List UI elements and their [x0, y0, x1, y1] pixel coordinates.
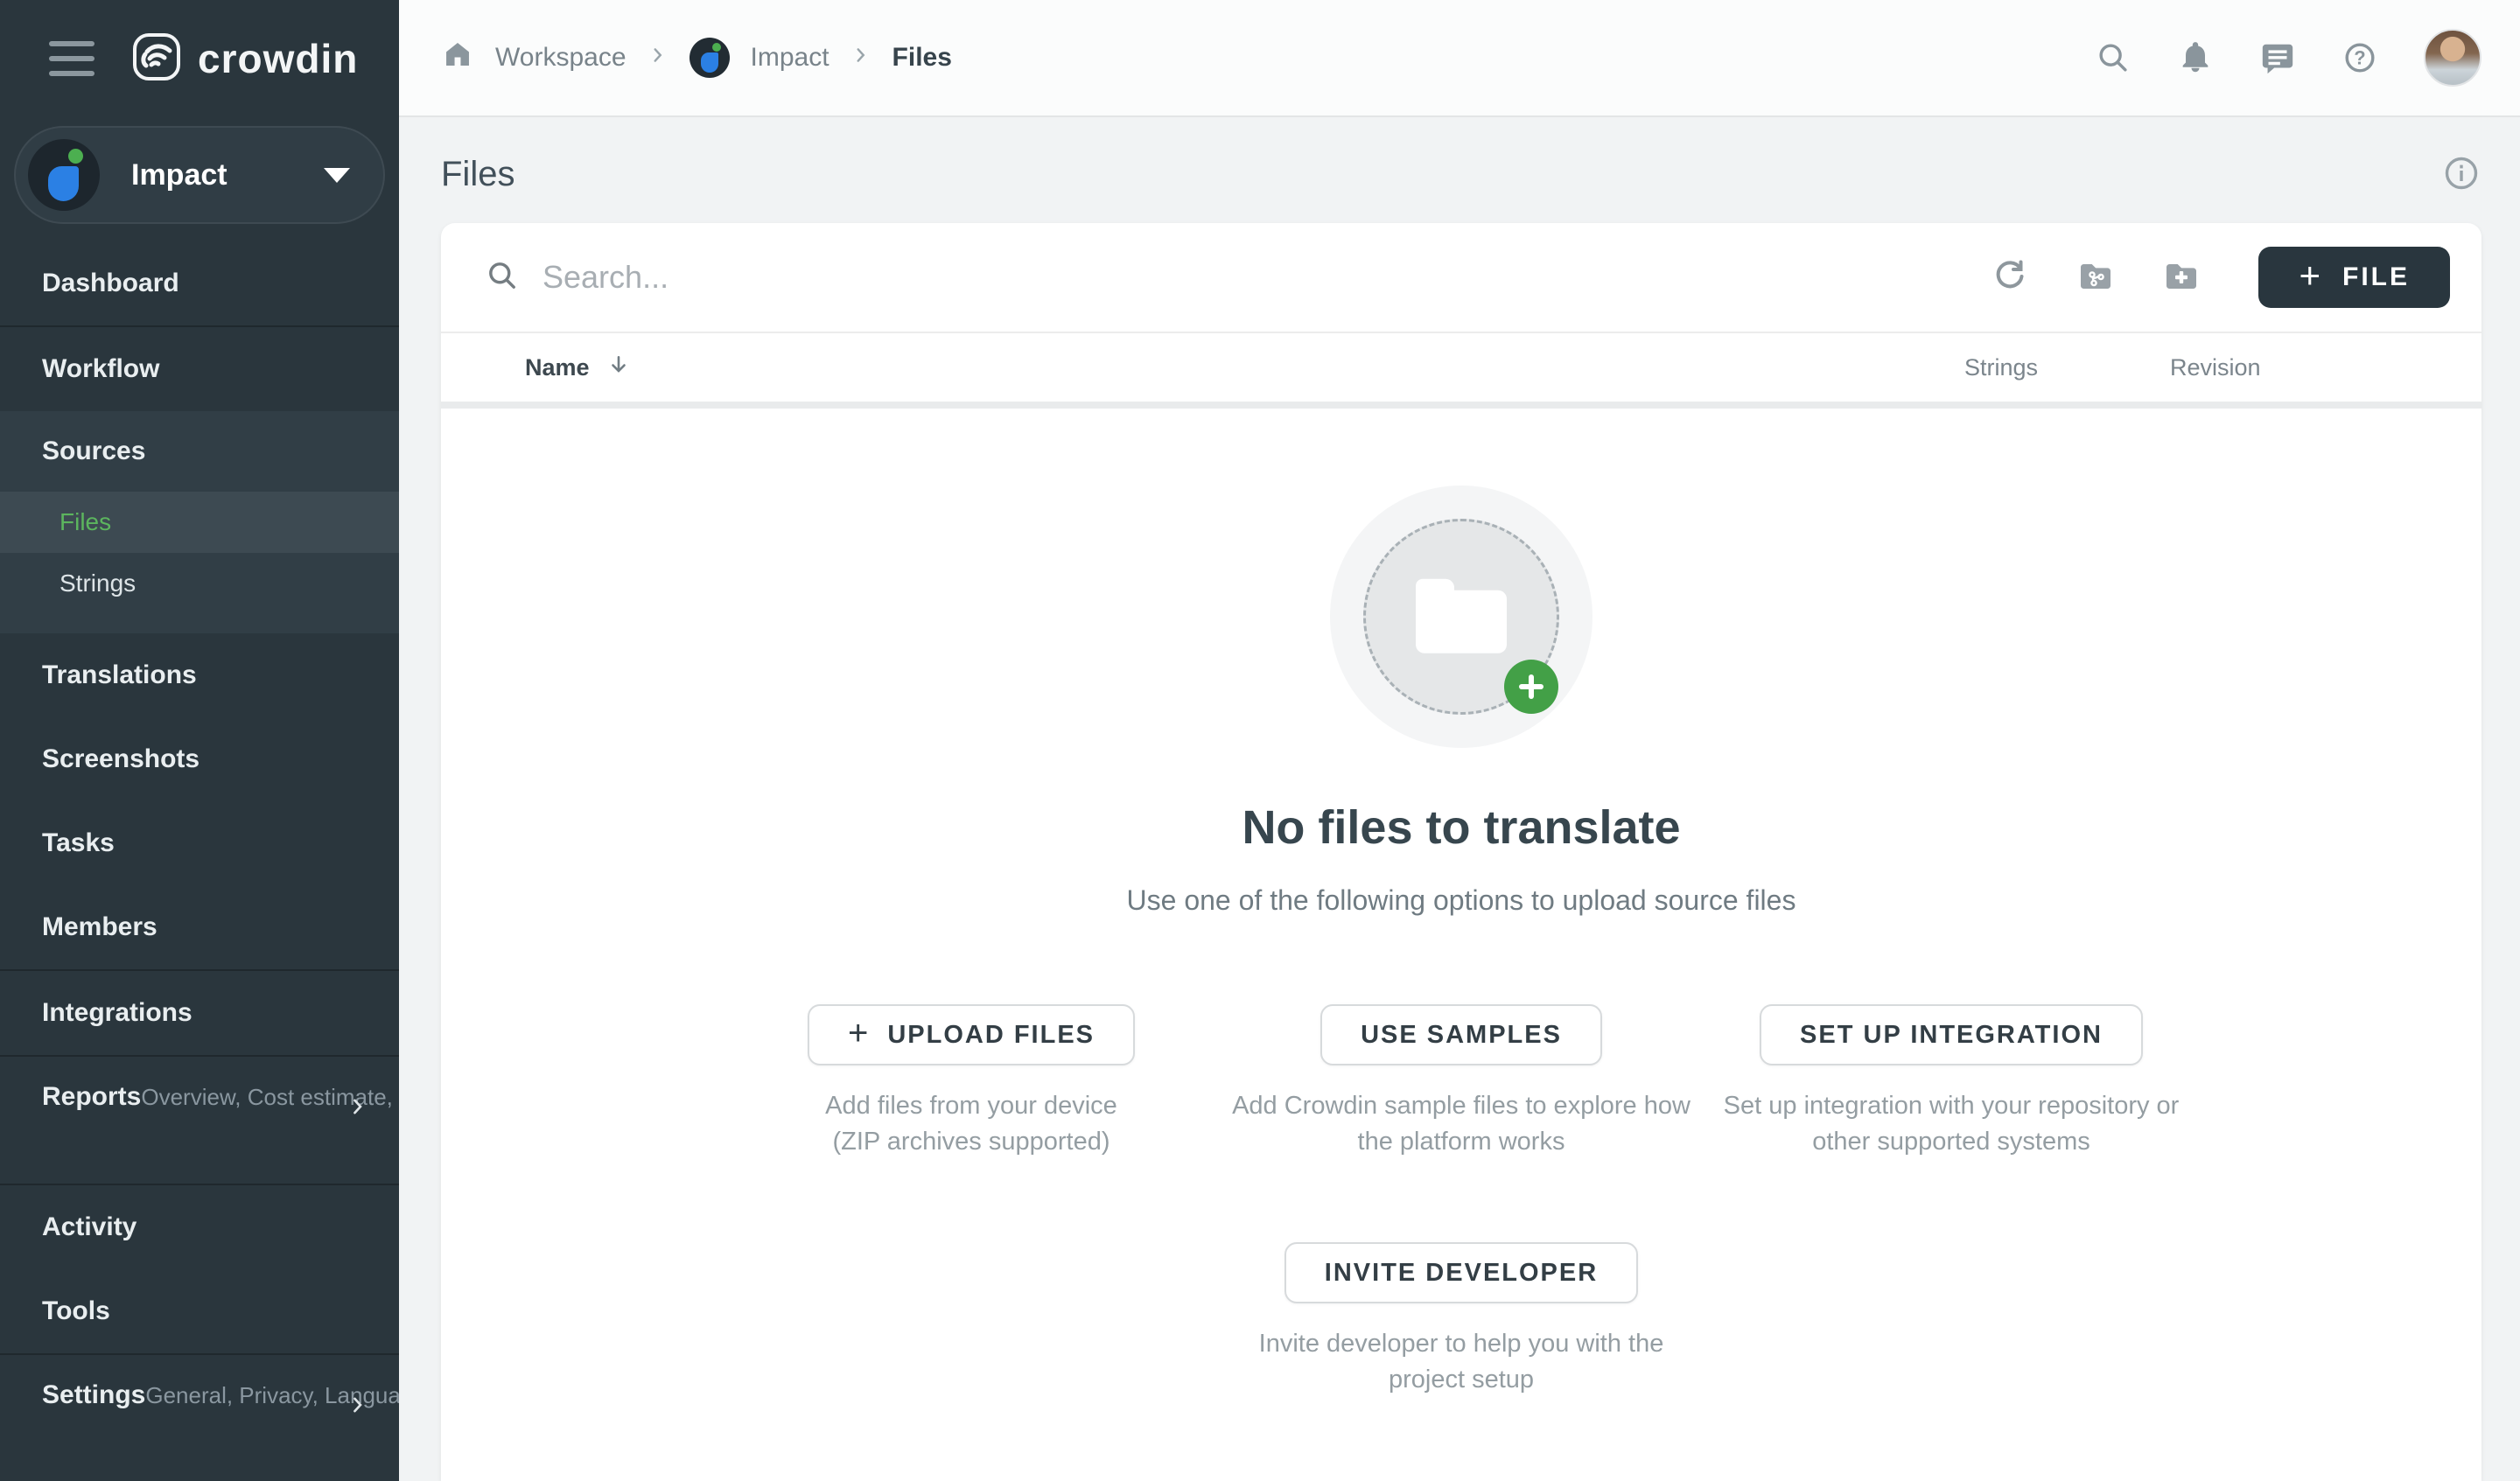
files-toolbar: + FILE: [441, 223, 2482, 333]
upload-option-use-samples: USE SAMPLES Add Crowdin sample files to e…: [1216, 1004, 1706, 1160]
upload-option-set-up-integration: SET UP INTEGRATION Set up integration wit…: [1706, 1004, 2196, 1160]
breadcrumb-item-workspace[interactable]: Workspace: [495, 43, 626, 73]
folder-icon: [1416, 590, 1507, 653]
invite-section: INVITE DEVELOPER Invite developer to hel…: [1259, 1242, 1664, 1398]
sidebar-item-integrations[interactable]: Integrations: [0, 971, 399, 1055]
column-header-name[interactable]: Name: [525, 353, 630, 382]
hamburger-menu-icon[interactable]: [49, 41, 94, 76]
sidebar-item-reports[interactable]: ReportsOverview, Cost estimate, Transl..…: [0, 1057, 399, 1184]
table-header: Name Strings Revision: [441, 333, 2482, 402]
sidebar: crowdin Impact DashboardWorkflowSourcesF…: [0, 0, 399, 1481]
empty-state-title: No files to translate: [1242, 800, 1680, 855]
sidebar-nav: DashboardWorkflowSourcesFilesStringsTran…: [0, 241, 399, 1481]
sidebar-item-tasks[interactable]: Tasks: [0, 801, 399, 885]
help-icon[interactable]: ?: [2342, 39, 2378, 76]
toolbar-actions: + FILE: [1991, 247, 2450, 308]
topbar-icons: ?: [2095, 29, 2482, 87]
sidebar-item-translations[interactable]: Translations: [0, 633, 399, 717]
messages-icon[interactable]: [2259, 39, 2296, 76]
sidebar-item-screenshots[interactable]: Screenshots: [0, 717, 399, 801]
option-description: Set up integration with your repository …: [1724, 1088, 2180, 1160]
project-avatar: [28, 139, 100, 211]
sidebar-section-sources: SourcesFilesStrings: [0, 411, 399, 633]
sidebar-item-dashboard[interactable]: Dashboard: [0, 241, 399, 325]
notifications-bell-icon[interactable]: [2177, 39, 2214, 76]
folder-add-icon[interactable]: [2162, 257, 2201, 298]
empty-state-subtitle: Use one of the following options to uplo…: [1127, 884, 1796, 917]
home-icon[interactable]: [441, 38, 474, 78]
info-icon[interactable]: [2441, 153, 2482, 196]
option-description: Add files from your device (ZIP archives…: [825, 1088, 1117, 1160]
project-selector[interactable]: Impact: [14, 126, 385, 224]
option-description: Add Crowdin sample files to explore how …: [1232, 1088, 1690, 1160]
crowdin-app: crowdin Impact DashboardWorkflowSourcesF…: [0, 0, 2520, 1481]
add-file-button[interactable]: + FILE: [2258, 247, 2450, 308]
add-badge-icon: [1504, 660, 1558, 714]
chevron-right-icon: [648, 43, 668, 73]
sidebar-item-activity[interactable]: Activity: [0, 1185, 399, 1269]
chevron-right-icon: [850, 43, 872, 73]
folder-branch-icon[interactable]: [2076, 257, 2115, 298]
project-avatar: [690, 38, 730, 78]
crowdin-logo-icon: [131, 31, 182, 87]
sidebar-item-settings[interactable]: SettingsGeneral, Privacy, Languages, Q..…: [0, 1355, 399, 1481]
sidebar-item-workflow[interactable]: Workflow: [0, 327, 399, 411]
column-header-strings: Strings: [1964, 354, 2038, 381]
column-header-revision: Revision: [2170, 354, 2261, 381]
crowdin-logo[interactable]: crowdin: [131, 31, 358, 87]
project-name: Impact: [131, 158, 228, 192]
set-up-integration-button[interactable]: SET UP INTEGRATION: [1760, 1004, 2143, 1065]
search-box: [485, 258, 1991, 297]
crowdin-wordmark: crowdin: [198, 35, 358, 82]
empty-folder-illustration: [1330, 486, 1592, 748]
sidebar-item-tools[interactable]: Tools: [0, 1269, 399, 1353]
sidebar-item-strings[interactable]: Strings: [0, 553, 399, 614]
search-icon[interactable]: [2095, 39, 2132, 76]
page-title: Files: [441, 155, 514, 194]
topbar: Workspace Impact Files: [399, 0, 2520, 117]
invite-description: Invite developer to help you with the pr…: [1259, 1326, 1664, 1398]
main-content: Files: [399, 117, 2520, 1481]
files-card: + FILE Name Strings Revision: [441, 223, 2482, 1481]
empty-state: No files to translate Use one of the fol…: [441, 409, 2482, 1481]
plus-icon: +: [848, 1014, 870, 1053]
user-avatar[interactable]: [2424, 29, 2482, 87]
chevron-right-icon: [346, 1394, 369, 1421]
sidebar-item-members[interactable]: Members: [0, 885, 399, 969]
invite-developer-button[interactable]: INVITE DEVELOPER: [1284, 1242, 1638, 1303]
breadcrumb-item-impact[interactable]: Impact: [751, 43, 830, 73]
sidebar-item-files[interactable]: Files: [0, 492, 399, 553]
breadcrumb: Workspace Impact Files: [441, 38, 952, 78]
sort-desc-icon: [607, 353, 630, 382]
sidebar-item-sources[interactable]: Sources: [0, 411, 399, 492]
search-input[interactable]: [542, 259, 1991, 296]
chevron-right-icon: [346, 1095, 369, 1122]
caret-down-icon: [324, 168, 350, 183]
plus-icon: +: [2299, 257, 2323, 294]
upload-files-button[interactable]: +UPLOAD FILES: [808, 1004, 1135, 1065]
breadcrumb-item-files: Files: [892, 43, 952, 73]
search-icon: [485, 258, 520, 297]
page-header: Files: [399, 117, 2520, 231]
use-samples-button[interactable]: USE SAMPLES: [1320, 1004, 1602, 1065]
sidebar-header: crowdin: [0, 0, 399, 117]
svg-text:?: ?: [2354, 47, 2365, 69]
upload-option-upload-files: +UPLOAD FILES Add files from your device …: [726, 1004, 1216, 1160]
table-divider: [441, 402, 2482, 409]
refresh-icon[interactable]: [1991, 257, 2029, 298]
upload-options: +UPLOAD FILES Add files from your device …: [726, 1004, 2196, 1160]
